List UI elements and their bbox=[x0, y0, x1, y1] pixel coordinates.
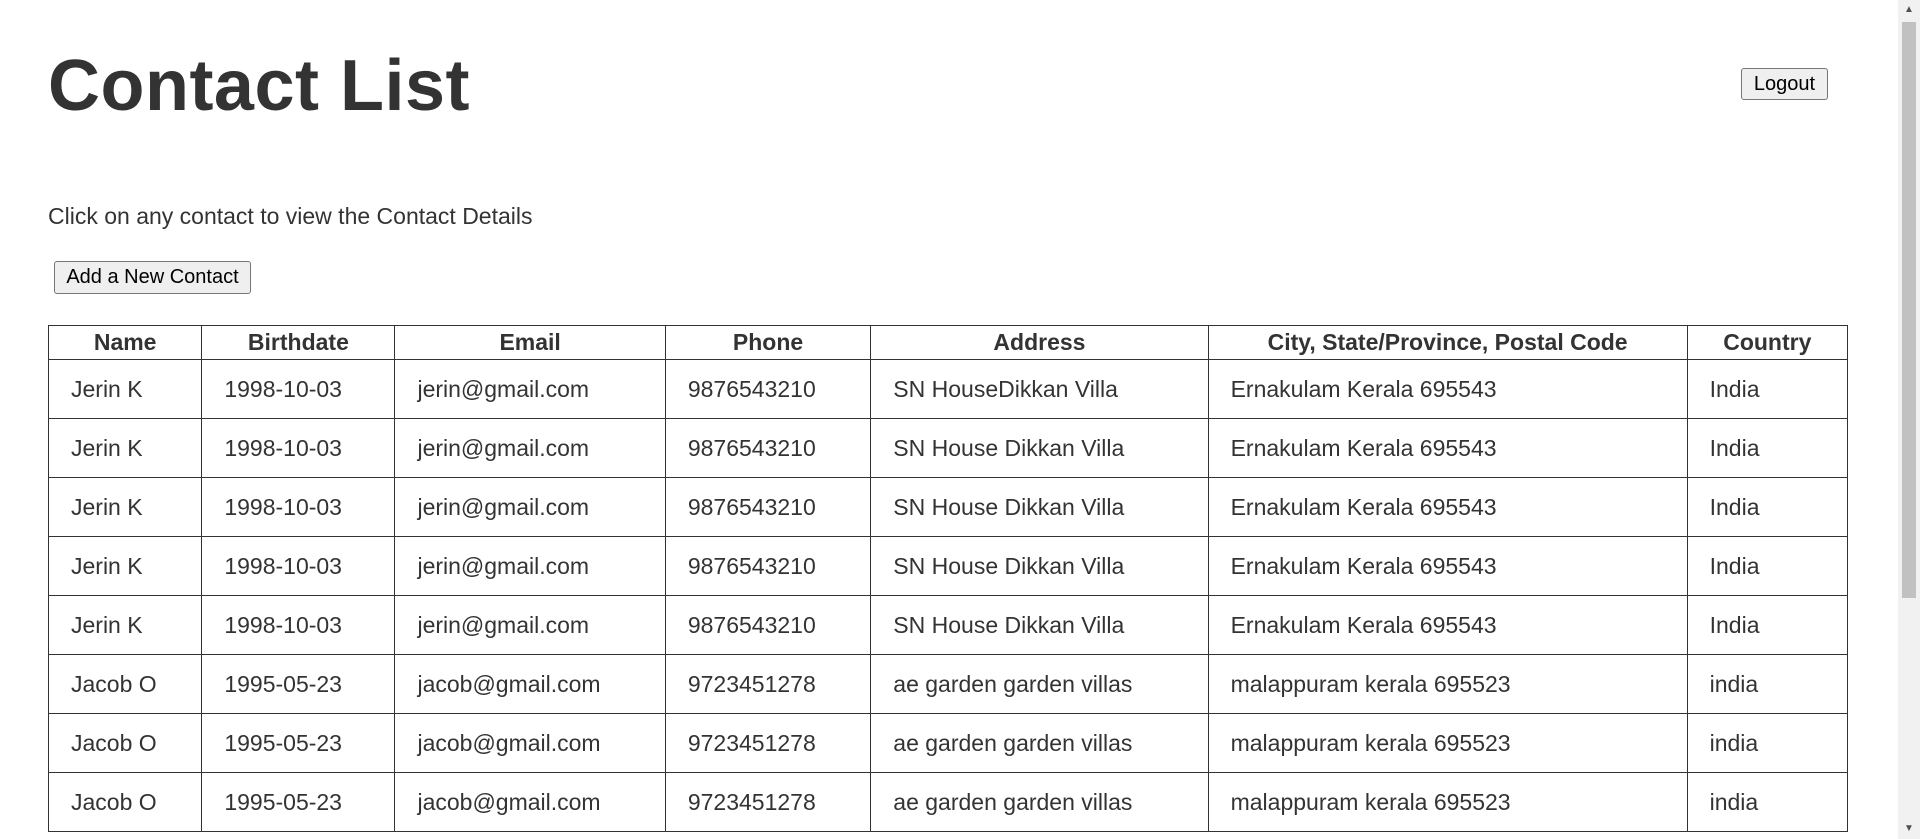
cell-birthdate: 1998-10-03 bbox=[201, 536, 396, 596]
cell-address: ae garden garden villas bbox=[870, 772, 1209, 832]
cell-phone: 9876543210 bbox=[664, 536, 872, 596]
cell-phone: 9876543210 bbox=[664, 595, 872, 655]
header-birthdate: Birthdate bbox=[201, 325, 396, 360]
cell-name: Jerin K bbox=[47, 418, 203, 478]
cell-email: jerin@gmail.com bbox=[394, 595, 666, 655]
cell-city-state-postal: malappuram kerala 695523 bbox=[1207, 713, 1688, 773]
cell-city-state-postal: malappuram kerala 695523 bbox=[1207, 772, 1688, 832]
header-address: Address bbox=[870, 325, 1209, 360]
table-row[interactable]: Jerin K 1998-10-03 jerin@gmail.com 98765… bbox=[47, 477, 1849, 537]
cell-city-state-postal: Ernakulam Kerala 695543 bbox=[1207, 477, 1688, 537]
cell-phone: 9723451278 bbox=[664, 772, 872, 832]
table-row[interactable]: Jerin K 1998-10-03 jerin@gmail.com 98765… bbox=[47, 418, 1849, 478]
cell-email: jacob@gmail.com bbox=[394, 713, 666, 773]
table-row[interactable]: Jerin K 1998-10-03 jerin@gmail.com 98765… bbox=[47, 359, 1849, 419]
table-row[interactable]: Jerin K 1998-10-03 jerin@gmail.com 98765… bbox=[47, 595, 1849, 655]
header-name: Name bbox=[47, 325, 203, 360]
cell-name: Jerin K bbox=[47, 595, 203, 655]
add-contact-button[interactable]: Add a New Contact bbox=[54, 261, 251, 294]
table-row[interactable]: Jacob O 1995-05-23 jacob@gmail.com 97234… bbox=[47, 713, 1849, 773]
table-row[interactable]: Jerin K 1998-10-03 jerin@gmail.com 98765… bbox=[47, 536, 1849, 596]
instruction-text: Click on any contact to view the Contact… bbox=[48, 203, 533, 229]
cell-birthdate: 1995-05-23 bbox=[201, 713, 396, 773]
cell-phone: 9723451278 bbox=[664, 654, 872, 714]
cell-email: jerin@gmail.com bbox=[394, 418, 666, 478]
cell-city-state-postal: Ernakulam Kerala 695543 bbox=[1207, 536, 1688, 596]
cell-address: SN HouseDikkan Villa bbox=[870, 359, 1209, 419]
header-email: Email bbox=[394, 325, 666, 360]
cell-email: jerin@gmail.com bbox=[394, 359, 666, 419]
triangle-down-icon[interactable]: ▼ bbox=[1898, 819, 1920, 839]
cell-country: India bbox=[1686, 477, 1849, 537]
cell-name: Jacob O bbox=[47, 772, 203, 832]
cell-birthdate: 1998-10-03 bbox=[201, 595, 396, 655]
cell-birthdate: 1995-05-23 bbox=[201, 654, 396, 714]
cell-birthdate: 1998-10-03 bbox=[201, 418, 396, 478]
cell-address: SN House Dikkan Villa bbox=[870, 595, 1209, 655]
cell-phone: 9723451278 bbox=[664, 713, 872, 773]
cell-city-state-postal: malappuram kerala 695523 bbox=[1207, 654, 1688, 714]
table-row[interactable]: Jacob O 1995-05-23 jacob@gmail.com 97234… bbox=[47, 654, 1849, 714]
cell-email: jacob@gmail.com bbox=[394, 772, 666, 832]
cell-address: SN House Dikkan Villa bbox=[870, 536, 1209, 596]
cell-city-state-postal: Ernakulam Kerala 695543 bbox=[1207, 418, 1688, 478]
page-title: Contact List bbox=[48, 46, 471, 126]
cell-country: India bbox=[1686, 418, 1849, 478]
scrollbar-thumb[interactable] bbox=[1902, 22, 1916, 598]
table-header-row: Name Birthdate Email Phone Address City,… bbox=[47, 325, 1849, 360]
cell-country: India bbox=[1686, 536, 1849, 596]
cell-phone: 9876543210 bbox=[664, 418, 872, 478]
cell-name: Jerin K bbox=[47, 359, 203, 419]
cell-city-state-postal: Ernakulam Kerala 695543 bbox=[1207, 359, 1688, 419]
header-phone: Phone bbox=[664, 325, 872, 360]
cell-birthdate: 1998-10-03 bbox=[201, 359, 396, 419]
logout-button[interactable]: Logout bbox=[1741, 68, 1828, 100]
cell-email: jacob@gmail.com bbox=[394, 654, 666, 714]
cell-birthdate: 1998-10-03 bbox=[201, 477, 396, 537]
contact-list-page: Contact List Logout Click on any contact… bbox=[0, 0, 1898, 839]
cell-name: Jacob O bbox=[47, 654, 203, 714]
header-city-state-postal: City, State/Province, Postal Code bbox=[1207, 325, 1688, 360]
table-row[interactable]: Jacob O 1995-05-23 jacob@gmail.com 97234… bbox=[47, 772, 1849, 832]
cell-country: india bbox=[1686, 654, 1849, 714]
cell-email: jerin@gmail.com bbox=[394, 536, 666, 596]
cell-name: Jerin K bbox=[47, 477, 203, 537]
cell-address: ae garden garden villas bbox=[870, 713, 1209, 773]
cell-address: ae garden garden villas bbox=[870, 654, 1209, 714]
cell-country: India bbox=[1686, 595, 1849, 655]
header-country: Country bbox=[1686, 325, 1849, 360]
contacts-table: Name Birthdate Email Phone Address City,… bbox=[47, 325, 1849, 832]
cell-birthdate: 1995-05-23 bbox=[201, 772, 396, 832]
cell-phone: 9876543210 bbox=[664, 359, 872, 419]
cell-address: SN House Dikkan Villa bbox=[870, 477, 1209, 537]
cell-name: Jacob O bbox=[47, 713, 203, 773]
triangle-up-icon[interactable]: ▲ bbox=[1898, 0, 1920, 20]
cell-address: SN House Dikkan Villa bbox=[870, 418, 1209, 478]
cell-city-state-postal: Ernakulam Kerala 695543 bbox=[1207, 595, 1688, 655]
cell-email: jerin@gmail.com bbox=[394, 477, 666, 537]
cell-country: india bbox=[1686, 772, 1849, 832]
cell-country: India bbox=[1686, 359, 1849, 419]
cell-name: Jerin K bbox=[47, 536, 203, 596]
cell-phone: 9876543210 bbox=[664, 477, 872, 537]
cell-country: india bbox=[1686, 713, 1849, 773]
vertical-scrollbar[interactable]: ▲ ▼ bbox=[1898, 0, 1920, 839]
